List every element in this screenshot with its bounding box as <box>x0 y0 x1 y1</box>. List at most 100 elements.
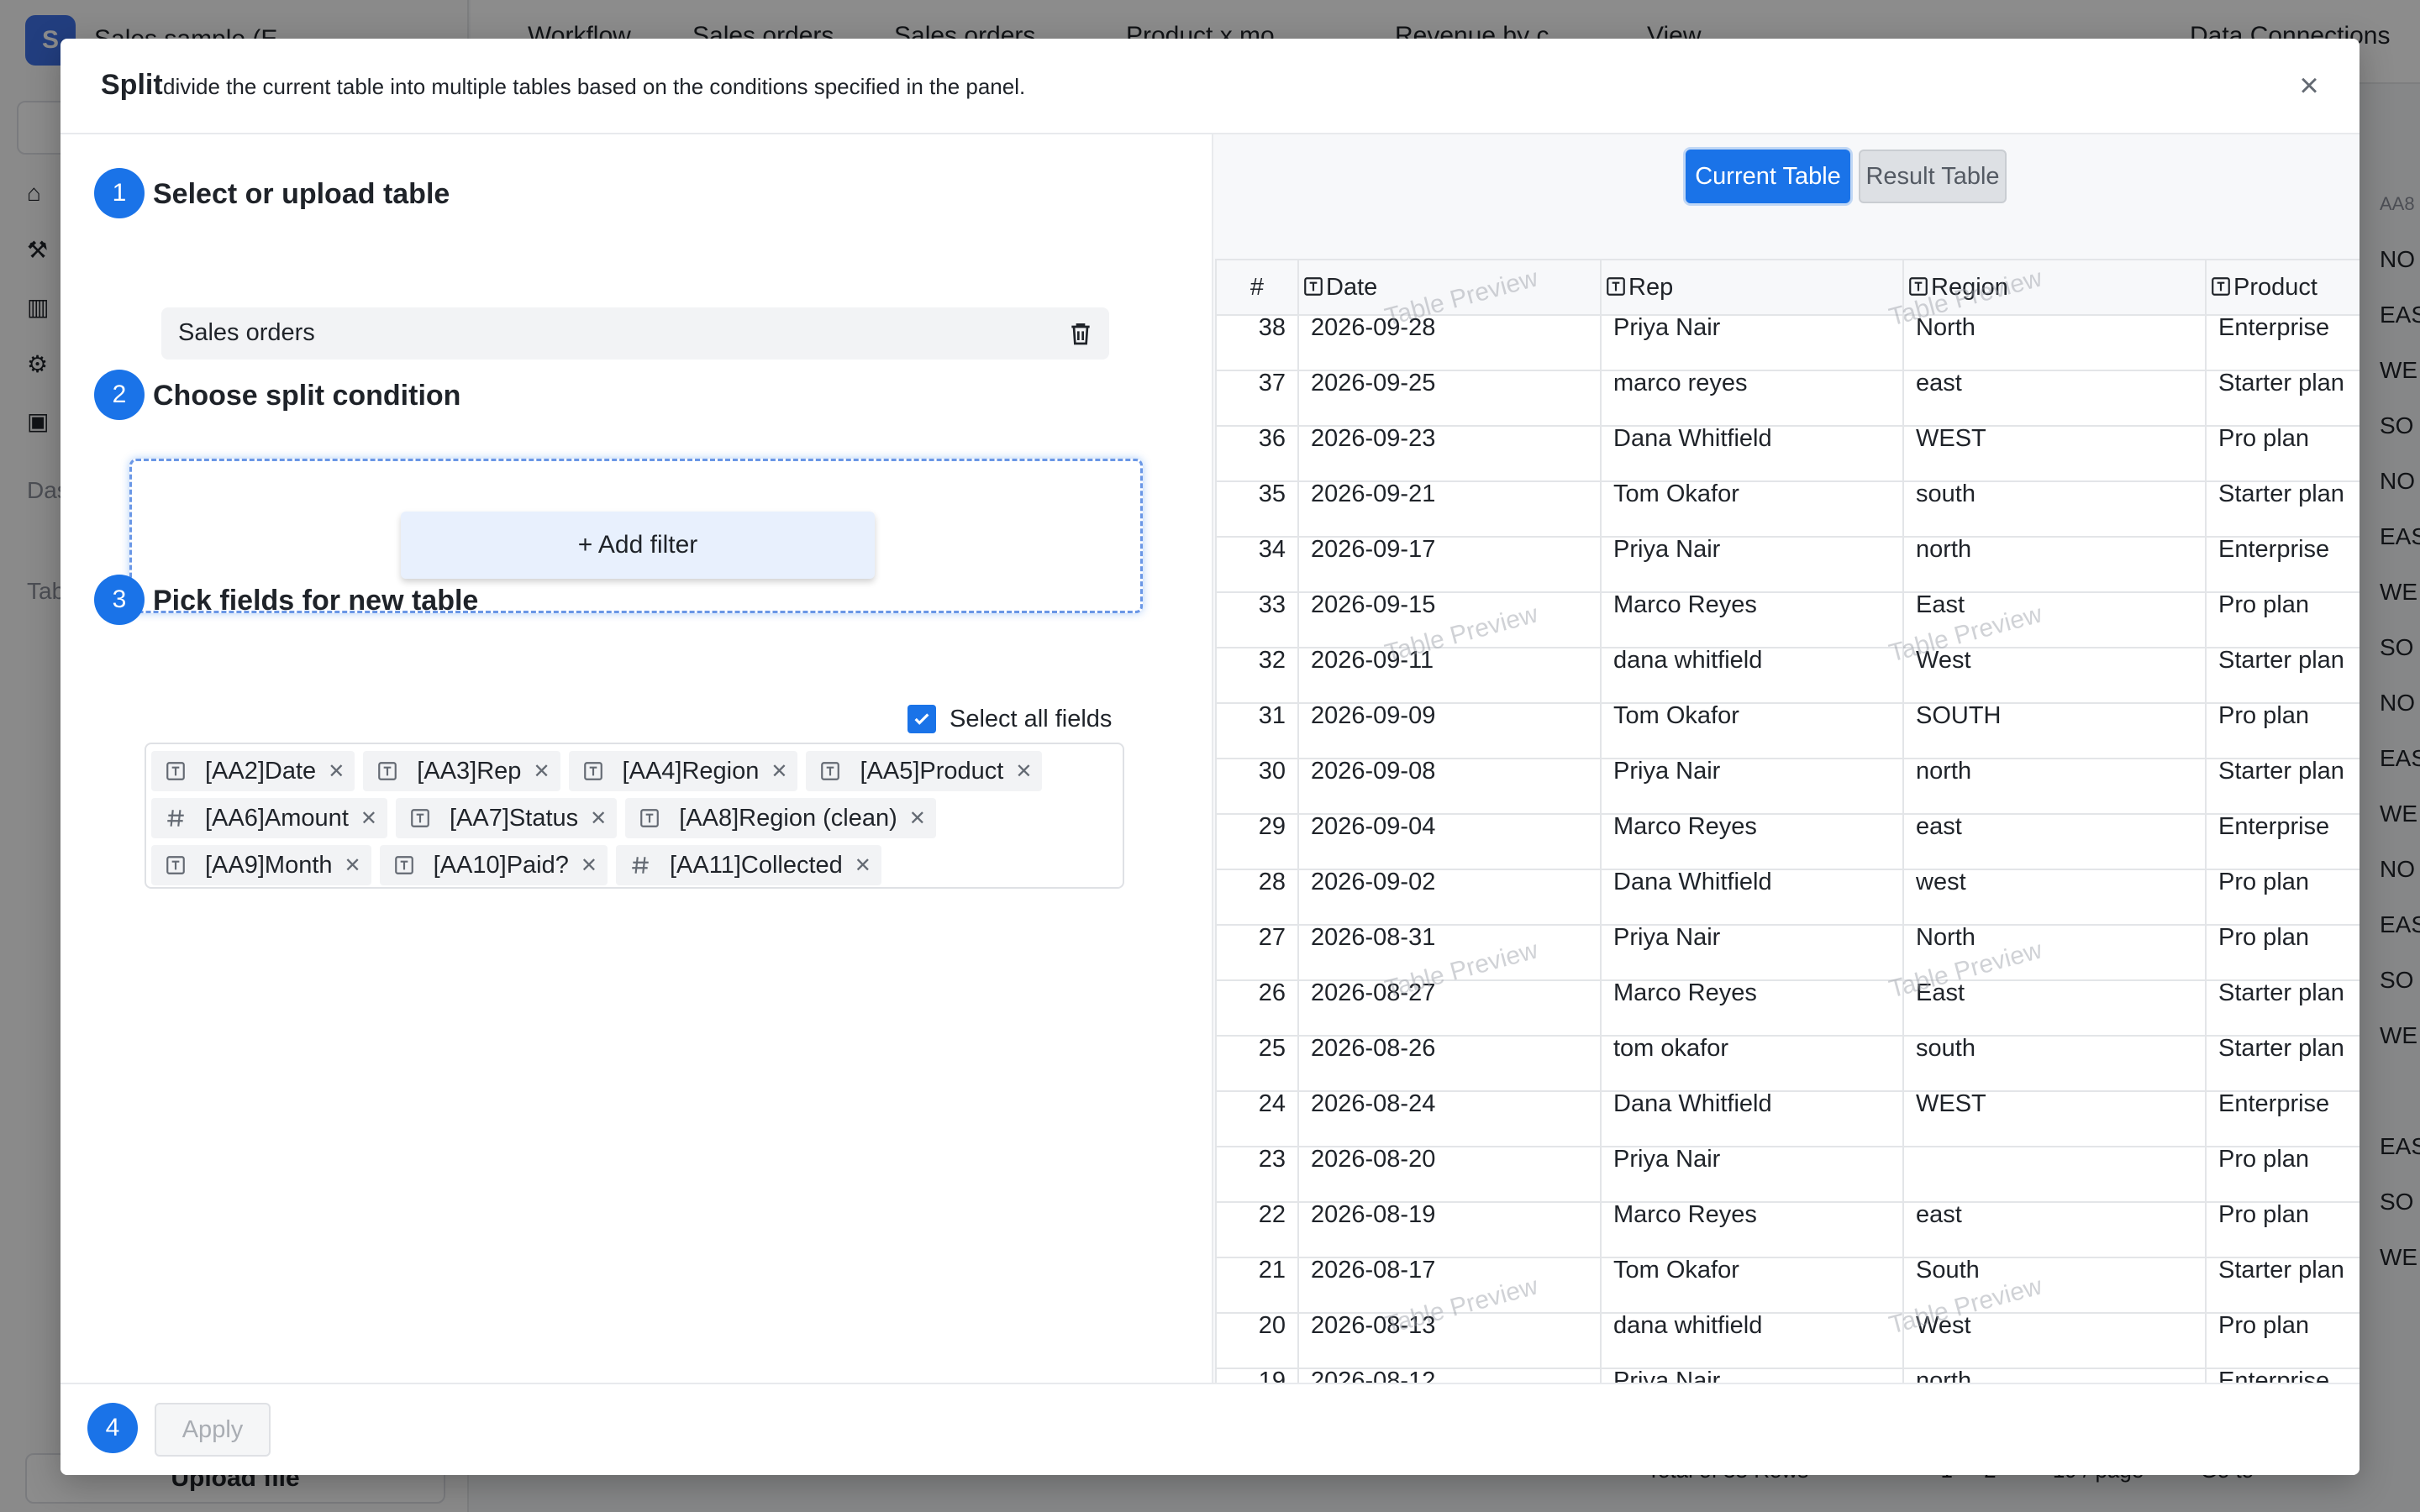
table-row[interactable]: 25 2026-08-26 tom okafor south Starter plan <box>1215 1020 2360 1077</box>
field-tag[interactable]: [AA8]Region (clean) ✕ <box>625 798 936 838</box>
field-tag[interactable]: [AA5]Product ✕ <box>806 751 1043 791</box>
table-row[interactable]: 28 2026-09-02 Dana Whitfield west Pro plan <box>1215 853 2360 911</box>
table-cell: 29 <box>1215 798 1299 855</box>
table-row[interactable]: 27 2026-08-31 Priya Nair North Pro plan <box>1215 909 2360 966</box>
result-table-toggle[interactable]: Result Table <box>1859 150 2007 203</box>
table-cell: 33 <box>1215 576 1299 633</box>
table-row[interactable]: 22 2026-08-19 Marco Reyes east Pro plan <box>1215 1186 2360 1243</box>
text-type-icon <box>582 760 604 782</box>
table-cell: north <box>1902 743 2207 800</box>
table-cell: 2026-08-26 <box>1297 1020 1602 1077</box>
table-cell: WEST <box>1902 410 2207 467</box>
table-cell: 35 <box>1215 465 1299 522</box>
text-type-icon <box>376 760 398 782</box>
remove-field-icon[interactable]: ✕ <box>771 759 787 784</box>
current-table-toggle[interactable]: Current Table <box>1686 150 1850 203</box>
field-tag[interactable]: [AA9]Month ✕ <box>151 845 371 885</box>
table-cell: Pro plan <box>2205 687 2360 744</box>
table-cell: 37 <box>1215 354 1299 412</box>
preview-table-container[interactable]: # Date Rep Region Product 38 2026-09-28 Priya … <box>1215 259 2360 1383</box>
table-cell: Priya Nair <box>1600 1131 1904 1188</box>
field-tag[interactable]: [AA7]Status ✕ <box>395 798 618 838</box>
modal-footer: 4 Apply <box>60 1383 2360 1475</box>
table-cell: south <box>1902 1020 2207 1077</box>
table-cell: Enterprise <box>2205 798 2360 855</box>
remove-field-icon[interactable]: ✕ <box>328 759 345 784</box>
field-tag[interactable]: [AA10]Paid? ✕ <box>379 845 608 885</box>
remove-field-icon[interactable]: ✕ <box>909 806 926 831</box>
column-header-label: Product <box>2233 273 2317 301</box>
close-icon[interactable]: × <box>2291 67 2328 104</box>
field-tag-label: [AA2]Date <box>205 757 317 785</box>
select-all-label: Select all fields <box>950 705 1113 732</box>
remove-field-icon[interactable]: ✕ <box>533 759 550 784</box>
table-row[interactable]: 38 2026-09-28 Priya Nair North Enterprise <box>1215 299 2360 356</box>
table-row[interactable]: 37 2026-09-25 marco reyes east Starter plan <box>1215 354 2360 412</box>
table-cell: dana whitfield <box>1600 632 1904 689</box>
remove-field-icon[interactable]: ✕ <box>360 806 377 831</box>
text-type-icon <box>1907 274 1931 301</box>
table-cell: 2026-09-15 <box>1297 576 1602 633</box>
remove-field-icon[interactable]: ✕ <box>1015 759 1032 784</box>
table-row[interactable]: 32 2026-09-11 dana whitfield West Starter pl… <box>1215 632 2360 689</box>
trash-icon[interactable] <box>1067 319 1094 348</box>
text-type-icon <box>1302 274 1326 301</box>
table-cell: 2026-08-24 <box>1297 1075 1602 1132</box>
step-1-badge: 1 <box>94 168 145 218</box>
remove-field-icon[interactable]: ✕ <box>581 853 597 878</box>
table-cell: Tom Okafor <box>1600 465 1904 522</box>
table-row[interactable]: 21 2026-08-17 Tom Okafor South Starter plan <box>1215 1242 2360 1299</box>
field-tag-label: [AA11]Collected <box>669 851 843 879</box>
table-row[interactable]: 34 2026-09-17 Priya Nair north Enterprise <box>1215 521 2360 578</box>
table-cell <box>1902 1131 2207 1188</box>
select-all-checkbox[interactable] <box>908 705 936 733</box>
remove-field-icon[interactable]: ✕ <box>345 853 361 878</box>
table-cell: Priya Nair <box>1600 299 1904 356</box>
table-cell: 30 <box>1215 743 1299 800</box>
field-tag[interactable]: [AA3]Rep ✕ <box>363 751 560 791</box>
table-row[interactable]: 26 2026-08-27 Marco Reyes East Starter plan <box>1215 964 2360 1021</box>
field-tag-label: [AA8]Region (clean) <box>679 804 897 832</box>
table-row[interactable]: 30 2026-09-08 Priya Nair north Starter plan <box>1215 743 2360 800</box>
table-cell: 2026-09-08 <box>1297 743 1602 800</box>
remove-field-icon[interactable]: ✕ <box>855 853 871 878</box>
table-cell: Pro plan <box>2205 1131 2360 1188</box>
column-header-label: Date <box>1326 273 1378 301</box>
field-tag[interactable]: [AA4]Region ✕ <box>568 751 798 791</box>
table-row[interactable]: 31 2026-09-09 Tom Okafor SOUTH Pro plan <box>1215 687 2360 744</box>
field-tag[interactable]: [AA11]Collected ✕ <box>615 845 881 885</box>
table-row[interactable]: 29 2026-09-04 Marco Reyes east Enterprise <box>1215 798 2360 855</box>
modal-subtitle: divide the current table into multiple t… <box>163 74 1026 99</box>
text-type-icon <box>393 854 415 876</box>
table-cell: east <box>1902 354 2207 412</box>
table-row[interactable]: 33 2026-09-15 Marco Reyes East Pro plan <box>1215 576 2360 633</box>
table-row[interactable]: 35 2026-09-21 Tom Okafor south Starter plan <box>1215 465 2360 522</box>
table-cell: Marco Reyes <box>1600 1186 1904 1243</box>
table-cell: 19 <box>1215 1352 1299 1383</box>
select-all-fields[interactable]: Select all fields <box>908 702 1112 736</box>
table-cell: Starter plan <box>2205 1242 2360 1299</box>
remove-field-icon[interactable]: ✕ <box>590 806 607 831</box>
fields-multiselect[interactable]: [AA2]Date ✕ [AA3]Rep ✕ [AA4]Region ✕ [AA5]Prod… <box>145 743 1124 889</box>
table-cell: Pro plan <box>2205 1297 2360 1354</box>
table-cell: Starter plan <box>2205 743 2360 800</box>
table-cell: Dana Whitfield <box>1600 1075 1904 1132</box>
table-row[interactable]: 24 2026-08-24 Dana Whitfield WEST Enterprise <box>1215 1075 2360 1132</box>
table-cell: 22 <box>1215 1186 1299 1243</box>
apply-button[interactable]: Apply <box>155 1403 271 1457</box>
table-row[interactable]: 23 2026-08-20 Priya Nair Pro plan <box>1215 1131 2360 1188</box>
table-cell: East <box>1902 576 2207 633</box>
field-tag-label: [AA3]Rep <box>417 757 522 785</box>
table-cell: Starter plan <box>2205 964 2360 1021</box>
step-1-title: Select or upload table <box>153 178 450 210</box>
table-row[interactable]: 19 2026-08-12 Priya Nair north Enterprise <box>1215 1352 2360 1383</box>
table-row[interactable]: 36 2026-09-23 Dana Whitfield WEST Pro plan <box>1215 410 2360 467</box>
selected-table-field[interactable]: Sales orders <box>161 307 1109 360</box>
table-row[interactable]: 20 2026-08-13 dana whitfield West Pro plan <box>1215 1297 2360 1354</box>
field-tag[interactable]: [AA2]Date ✕ <box>151 751 355 791</box>
table-cell: east <box>1902 798 2207 855</box>
table-cell: Enterprise <box>2205 1075 2360 1132</box>
table-cell: 24 <box>1215 1075 1299 1132</box>
field-tag[interactable]: [AA6]Amount ✕ <box>151 798 387 838</box>
add-filter-button[interactable]: + Add filter <box>401 512 875 579</box>
